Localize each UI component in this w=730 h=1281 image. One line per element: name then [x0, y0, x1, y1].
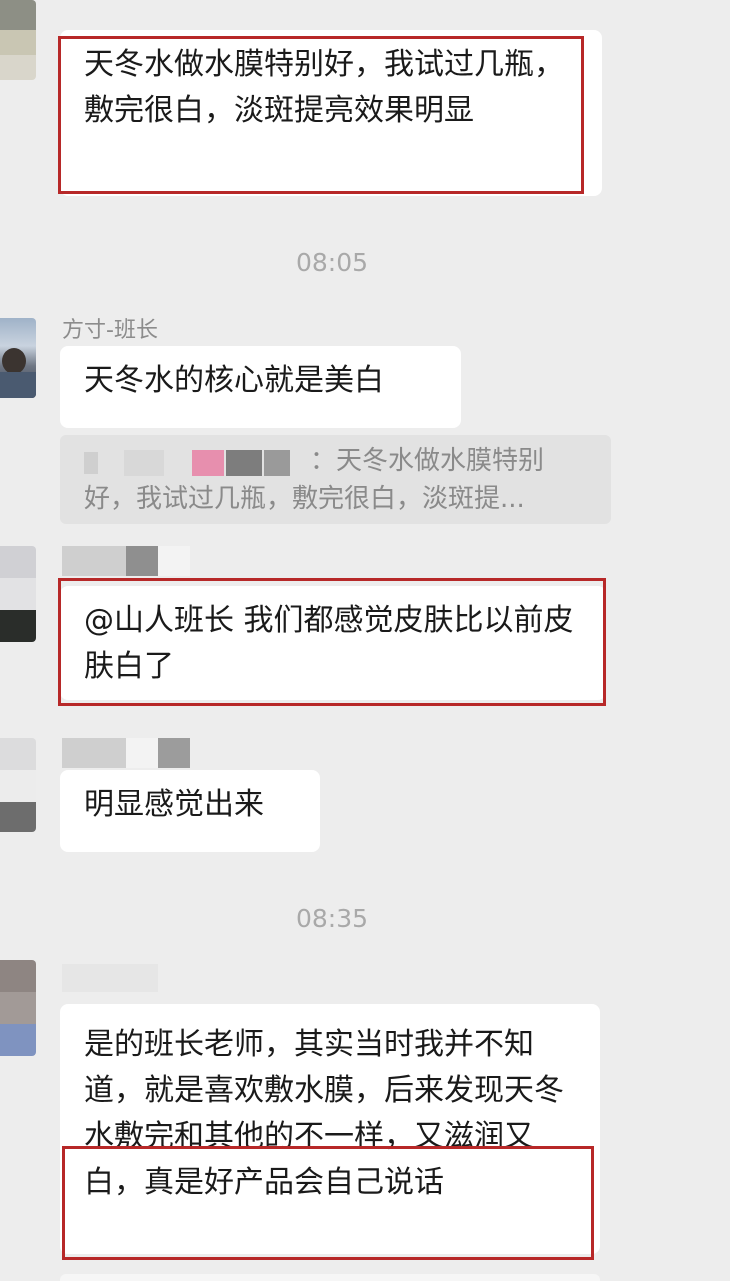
blurred-name — [62, 738, 126, 768]
quote-text: 好，我试过几瓶，敷完很白，淡斑提... — [84, 484, 525, 514]
message-bubble[interactable]: 明显感觉出来 — [60, 770, 320, 852]
blurred-name — [264, 450, 290, 476]
avatar[interactable] — [0, 318, 36, 398]
message-text: 是的班长老师，其实当时我并不知道，就是喜欢敷水膜，后来发现天冬水敷完和其他的不一… — [84, 1027, 564, 1200]
next-message-edge — [60, 1274, 600, 1281]
blurred-name — [158, 546, 190, 576]
message-text: 天冬水做水膜特别好，我试过几瓶，敷完很白，淡斑提亮效果明显 — [84, 47, 564, 128]
blurred-name — [124, 450, 164, 476]
message-bubble[interactable]: 天冬水的核心就是美白 — [60, 346, 461, 428]
sender-name: 方寸-班长 — [62, 318, 158, 343]
avatar[interactable] — [0, 738, 36, 832]
timestamp: 08:35 — [295, 904, 369, 933]
blurred-name — [62, 546, 126, 576]
blurred-name — [192, 450, 224, 476]
message-bubble[interactable]: 天冬水做水膜特别好，我试过几瓶，敷完很白，淡斑提亮效果明显 — [60, 30, 602, 196]
quoted-message[interactable]: ：天冬水做水膜特别 好，我试过几瓶，敷完很白，淡斑提... — [60, 435, 611, 524]
message-bubble[interactable]: @山人班长 我们都感觉皮肤比以前皮肤白了 — [60, 586, 606, 700]
message-text: @山人班长 我们都感觉皮肤比以前皮肤白了 — [84, 603, 574, 684]
message-text: 天冬水的核心就是美白 — [84, 363, 384, 398]
blurred-name — [226, 450, 262, 476]
avatar[interactable] — [0, 0, 36, 80]
blurred-name — [62, 964, 158, 992]
timestamp: 08:05 — [295, 248, 369, 277]
blurred-name — [158, 738, 190, 768]
avatar[interactable] — [0, 960, 36, 1056]
message-bubble[interactable]: 是的班长老师，其实当时我并不知道，就是喜欢敷水膜，后来发现天冬水敷完和其他的不一… — [60, 1004, 600, 1254]
quote-text: ：天冬水做水膜特别 — [310, 446, 545, 476]
blurred-name — [126, 546, 158, 576]
avatar[interactable] — [0, 546, 36, 642]
blurred-name — [84, 452, 98, 474]
blurred-name — [126, 738, 158, 768]
message-text: 明显感觉出来 — [84, 787, 264, 822]
